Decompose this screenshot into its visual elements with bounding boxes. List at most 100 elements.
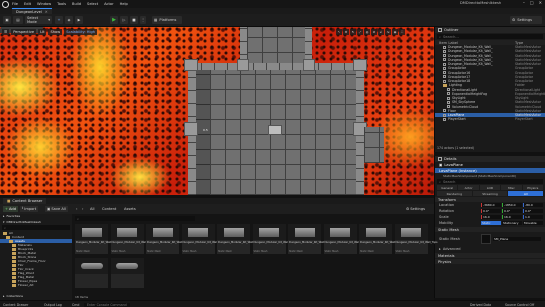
- nav-back-icon[interactable]: ‹: [74, 206, 79, 212]
- add-button[interactable]: + Add: [3, 206, 18, 212]
- menu-file[interactable]: File: [12, 2, 18, 6]
- tab-lod[interactable]: LOD: [479, 185, 501, 190]
- save-all-button[interactable]: ▣ Save All: [45, 206, 68, 212]
- col-type[interactable]: Type: [515, 41, 523, 45]
- mesh-thumbnail[interactable]: [481, 234, 491, 244]
- close-tab-icon[interactable]: ✕: [45, 10, 48, 14]
- select-mode-dropdown[interactable]: Select Mode ▾: [25, 16, 52, 24]
- menu-tools[interactable]: Tools: [57, 2, 66, 6]
- tab-rendering[interactable]: Rendering: [437, 191, 472, 196]
- asset-tile[interactable]: [110, 258, 144, 288]
- asset-tile[interactable]: Dungeon_Modular_Kit_Wall_Tops Static Mesh: [75, 224, 118, 254]
- play-button[interactable]: ▶: [110, 16, 118, 24]
- materials-section[interactable]: Materials: [435, 253, 545, 258]
- select-tool-icon[interactable]: ↖: [336, 29, 342, 35]
- maximize-icon[interactable]: □: [530, 0, 534, 5]
- outliner-row[interactable]: PlayerStart PlayerStart: [435, 117, 545, 121]
- maximize-viewport-icon[interactable]: ⛶: [399, 29, 405, 35]
- rotation-x-input[interactable]: 0.0°: [481, 209, 501, 213]
- folder-tree-item[interactable]: Flower_Alt: [0, 283, 72, 287]
- content-icon[interactable]: ▤: [13, 16, 23, 24]
- advanced-row[interactable]: ▸ Advanced: [435, 246, 545, 252]
- snap-grid-icon[interactable]: #: [371, 29, 377, 35]
- menu-help[interactable]: Help: [120, 2, 128, 6]
- scale-tool-icon[interactable]: ⤢: [357, 29, 363, 35]
- platforms-dropdown[interactable]: ▦ Platforms: [152, 16, 182, 24]
- stop-button[interactable]: ■: [130, 16, 138, 24]
- physics-section[interactable]: Physics: [435, 259, 545, 264]
- nav-forward-icon[interactable]: ›: [80, 206, 85, 212]
- add-actor-icon[interactable]: +: [55, 16, 63, 24]
- tab-streaming[interactable]: Streaming: [472, 191, 508, 196]
- menu-edit[interactable]: Edit: [24, 2, 31, 6]
- details-search-input[interactable]: ⌕ Search: [437, 179, 543, 184]
- asset-tile[interactable]: Dungeon_Modular_Kit_Wall_Tops Static Mesh: [252, 224, 296, 254]
- play-options-icon[interactable]: ⋮: [140, 16, 146, 24]
- rotation-z-input[interactable]: 0.0°: [523, 209, 543, 213]
- content-drawer-button[interactable]: Content Drawer: [3, 303, 28, 307]
- unreal-logo-icon[interactable]: [2, 0, 9, 8]
- move-tool-icon[interactable]: ✥: [343, 29, 349, 35]
- step-button[interactable]: ▷: [120, 16, 128, 24]
- scale-y-input[interactable]: 16.0: [502, 215, 522, 219]
- breadcrumb-all[interactable]: All: [88, 206, 96, 212]
- show-button[interactable]: Show: [48, 29, 63, 35]
- menu-build[interactable]: Build: [72, 2, 81, 6]
- asset-tile[interactable]: Dungeon_Modular_Kit_Wall_Tops Static Mesh: [217, 224, 260, 254]
- breadcrumb-assets[interactable]: Assets: [122, 206, 138, 212]
- tab-all[interactable]: All: [508, 191, 544, 196]
- mobility-static-button[interactable]: Static: [481, 221, 501, 225]
- viewport-menu-icon[interactable]: ☰: [2, 29, 10, 35]
- breadcrumb-content[interactable]: Content: [100, 206, 118, 212]
- tab-misc[interactable]: Misc: [501, 185, 522, 190]
- save-icon[interactable]: ▣: [3, 16, 11, 24]
- menu-actor[interactable]: Actor: [104, 2, 113, 6]
- tab-actor[interactable]: Actor: [458, 185, 479, 190]
- rotate-tool-icon[interactable]: ↻: [350, 29, 356, 35]
- settings-button[interactable]: ⚙ Settings: [510, 16, 542, 24]
- selected-floor-tile[interactable]: [268, 125, 282, 135]
- perspective-button[interactable]: Perspective: [11, 29, 37, 35]
- asset-tile[interactable]: Dungeon_Modular_Kit_Wall_Tops Static Mesh: [146, 224, 189, 254]
- tab-physics[interactable]: Physics: [522, 185, 544, 190]
- asset-tile[interactable]: Dungeon_Modular_Kit_Wall_Tops Static Mesh: [288, 224, 331, 254]
- close-icon[interactable]: ✕: [539, 0, 542, 5]
- scalability-button[interactable]: Scalability: High: [64, 29, 98, 35]
- cb-settings-button[interactable]: ⚙ Settings: [404, 206, 427, 212]
- output-log-button[interactable]: Output Log: [44, 303, 62, 307]
- asset-tile[interactable]: Dungeon_Modular_Kit_Wall_Tops Static Mesh: [181, 224, 225, 254]
- blueprint-icon[interactable]: ◈: [65, 16, 73, 24]
- menu-window[interactable]: Window: [37, 2, 51, 6]
- asset-tile[interactable]: Dungeon_Modular_Kit_Wall_Tops Static Mesh: [394, 224, 438, 254]
- actor-name-field[interactable]: LavaPlane: [444, 163, 462, 167]
- snap-scale-icon[interactable]: ⇲: [385, 29, 391, 35]
- snap-rotate-icon[interactable]: ∠: [378, 29, 384, 35]
- level-viewport[interactable]: 0.5: [0, 27, 434, 195]
- favorites-header[interactable]: ▸ Favorites: [0, 214, 72, 218]
- derived-data-button[interactable]: Derived Data: [470, 303, 491, 307]
- console-input[interactable]: Enter Console Command: [84, 302, 130, 307]
- asset-tile[interactable]: Dungeon_Modular_Kit_Wall_Tops Static Mesh: [323, 224, 367, 254]
- asset-search-input[interactable]: ⌕: [75, 216, 195, 221]
- location-z-input[interactable]: -80.0: [523, 203, 543, 207]
- mobility-stationary-button[interactable]: Stationary: [502, 221, 522, 225]
- camera-speed-icon[interactable]: ◉: [392, 29, 398, 35]
- location-y-input[interactable]: -1850.0: [502, 203, 522, 207]
- tab-general[interactable]: General: [437, 185, 458, 190]
- source-control-button[interactable]: Source Control Off: [505, 303, 534, 307]
- folder-search-input[interactable]: ⌕: [2, 225, 70, 230]
- asset-tile[interactable]: [75, 258, 108, 288]
- scale-x-input[interactable]: 16.0: [481, 215, 501, 219]
- cinematics-icon[interactable]: ▶︎: [75, 16, 83, 24]
- outliner-search-input[interactable]: ⌕ Search...: [437, 34, 543, 39]
- import-button[interactable]: ⭳ Import: [20, 206, 39, 212]
- rotation-y-input[interactable]: 0.0°: [502, 209, 522, 213]
- component-child[interactable]: StaticMeshComponent (StaticMeshComponent…: [435, 173, 545, 178]
- static-mesh-picker[interactable]: SM_Plane: [493, 237, 541, 241]
- root-header[interactable]: ▾ DMDirecttoMeshIkkesh: [0, 220, 72, 224]
- minimize-icon[interactable]: –: [523, 0, 525, 5]
- asset-tile[interactable]: Dungeon_Modular_Kit_Wall_Tops Static Mesh: [110, 224, 154, 254]
- cmd-button[interactable]: Cmd: [72, 303, 79, 307]
- scale-z-input[interactable]: 1.0: [523, 215, 543, 219]
- location-x-input[interactable]: -3680.0: [481, 203, 501, 207]
